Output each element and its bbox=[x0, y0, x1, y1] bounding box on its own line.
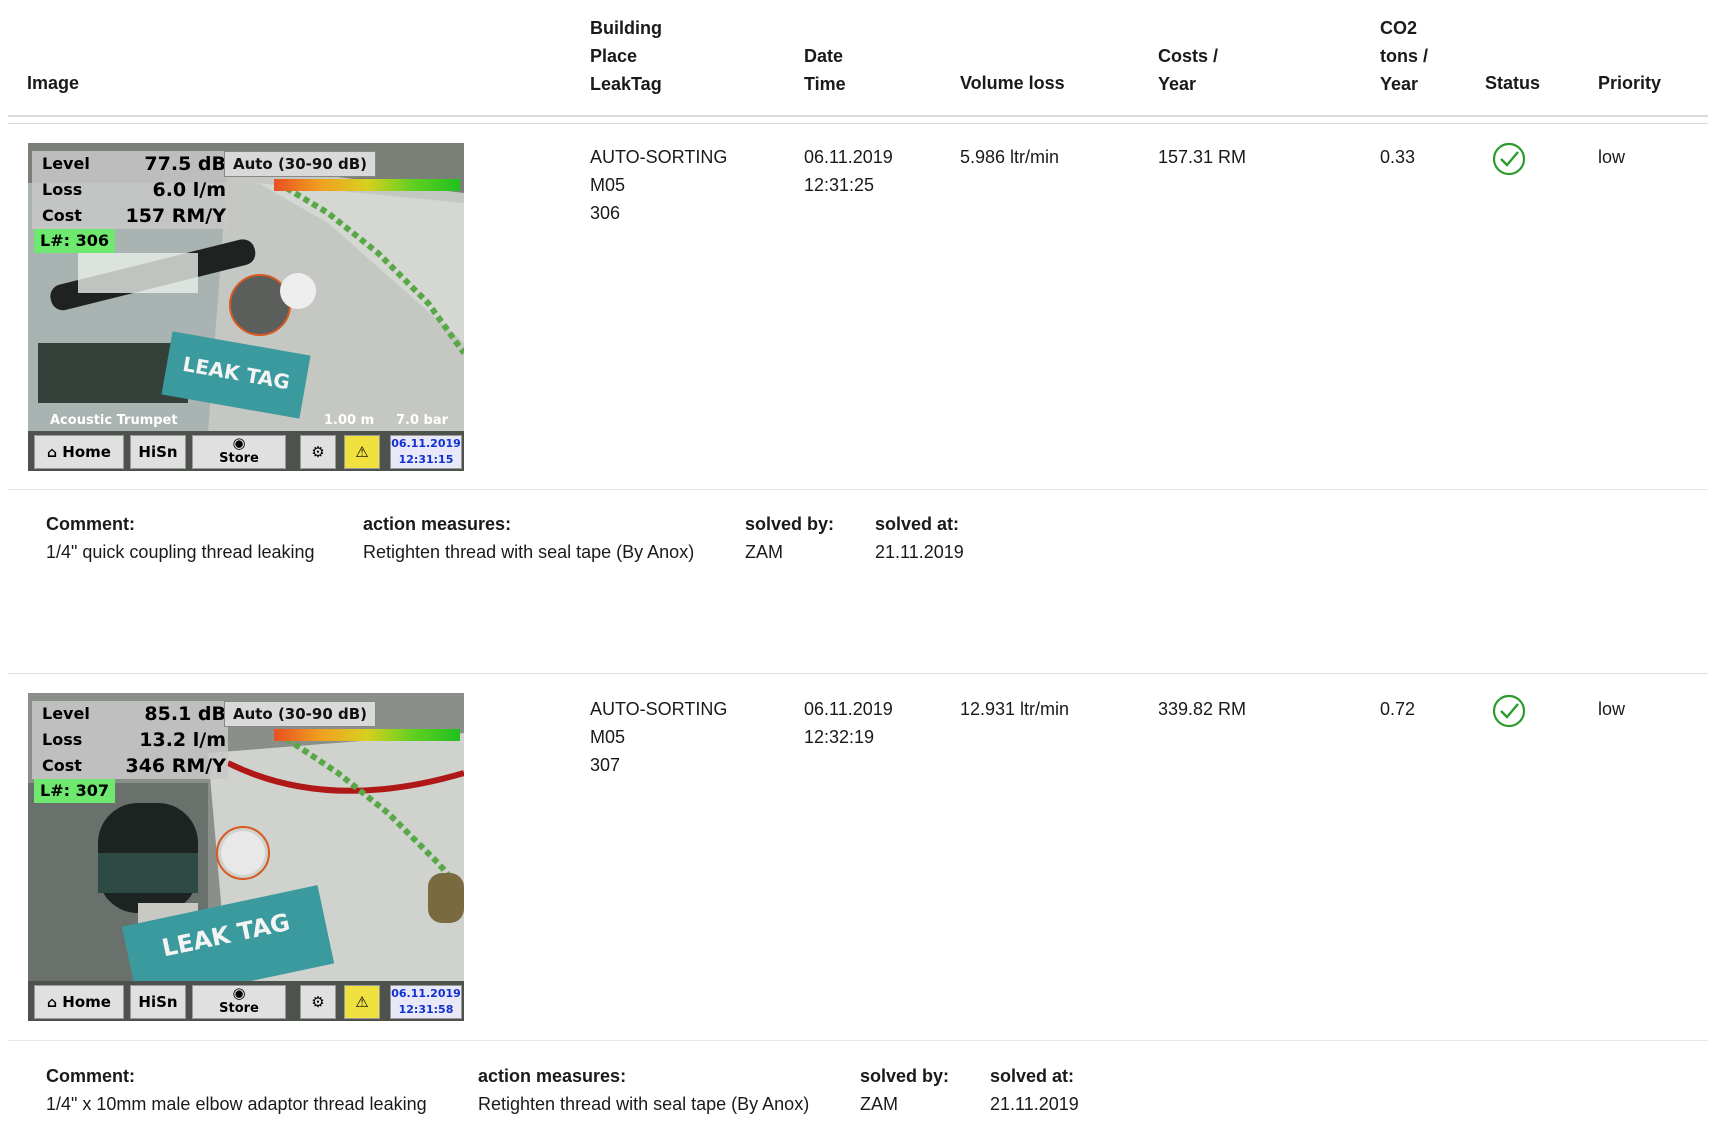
home-button: ⌂ Home bbox=[34, 435, 124, 469]
costs-cell: 339.82 RM bbox=[1158, 699, 1247, 719]
auto-range-button: Auto (30-90 dB) bbox=[224, 151, 376, 177]
volume-cell: 12.931 ltr/min bbox=[960, 699, 1070, 719]
header-co2: CO2 tons / Year bbox=[1380, 18, 1428, 94]
action-field: action measures: Retighten thread with s… bbox=[478, 1066, 810, 1114]
header-costs: Costs / Year bbox=[1158, 46, 1219, 94]
measurement-panel: Level 77.5 dB Loss 6.0 l/m Cost 157 RM/Y bbox=[32, 151, 228, 229]
header-divider bbox=[8, 115, 1708, 117]
check-circle-icon bbox=[1492, 694, 1526, 728]
house-icon: ⌂ bbox=[47, 445, 58, 461]
priority-cell: low bbox=[1598, 699, 1626, 719]
building-cell: AUTO-SORTING M05 306 bbox=[590, 147, 728, 223]
distance-caption: 1.00 m bbox=[324, 413, 375, 428]
datetime-cell: 06.11.2019 12:31:25 bbox=[804, 147, 893, 195]
solved-at-field: solved at: 21.11.2019 bbox=[990, 1066, 1079, 1114]
hisn-button: HiSn bbox=[130, 435, 186, 469]
solved-at-field: solved at: 21.11.2019 bbox=[875, 514, 964, 562]
header-divider-2 bbox=[8, 123, 1708, 124]
camera-icon: ◉ bbox=[232, 984, 246, 1002]
leak-camera-image: LEAK TAG Level 77.5 dB Loss 6.0 l/m Cost… bbox=[28, 143, 464, 471]
solved-by-field: solved by: ZAM bbox=[860, 1066, 950, 1114]
comment-field: Comment: 1/4" x 10mm male elbow adaptor … bbox=[46, 1066, 427, 1114]
leak-camera-image: LEAK TAG Level 85.1 dB Loss 13.2 l/m Cos… bbox=[28, 693, 464, 1021]
header-date: Date Time bbox=[804, 46, 846, 94]
datetime-cell: 06.11.2019 12:32:19 bbox=[804, 699, 893, 747]
device-datetime: 06.11.2019 12:31:15 bbox=[390, 435, 462, 469]
warning-icon: ⚠ bbox=[344, 435, 380, 469]
sensor-caption: Acoustic Trumpet bbox=[50, 413, 178, 428]
level-readout: Level 77.5 dB bbox=[42, 153, 226, 175]
header-building: Building Place LeakTag bbox=[590, 18, 662, 94]
level-scale-bar bbox=[274, 729, 460, 741]
measurement-panel: Level 85.1 dB Loss 13.2 l/m Cost 346 RM/… bbox=[32, 701, 228, 779]
store-button: ◉ Store bbox=[192, 985, 286, 1019]
solved-by-field: solved by: ZAM bbox=[745, 514, 835, 562]
hisn-button: HiSn bbox=[130, 985, 186, 1019]
leak-number-badge: L#: 306 bbox=[34, 229, 115, 253]
gear-icon: ⚙ bbox=[300, 985, 336, 1019]
home-button: ⌂ Home bbox=[34, 985, 124, 1019]
level-readout: Level 85.1 dB bbox=[42, 703, 226, 725]
header-priority: Priority bbox=[1598, 73, 1662, 93]
cost-readout: Cost 346 RM/Y bbox=[42, 755, 226, 777]
pressure-caption: 7.0 bar bbox=[396, 413, 449, 428]
comment-field: Comment: 1/4" quick coupling thread leak… bbox=[46, 514, 315, 562]
co2-cell: 0.72 bbox=[1380, 699, 1416, 719]
priority-cell: low bbox=[1598, 147, 1626, 167]
building-cell: AUTO-SORTING M05 307 bbox=[590, 699, 728, 775]
co2-cell: 0.33 bbox=[1380, 147, 1416, 167]
store-button: ◉ Store bbox=[192, 435, 286, 469]
volume-cell: 5.986 ltr/min bbox=[960, 147, 1060, 167]
section-divider bbox=[8, 673, 1708, 674]
auto-range-button: Auto (30-90 dB) bbox=[224, 701, 376, 727]
gear-icon: ⚙ bbox=[300, 435, 336, 469]
cost-readout: Cost 157 RM/Y bbox=[42, 205, 226, 227]
header-image: Image bbox=[27, 73, 80, 93]
action-field: action measures: Retighten thread with s… bbox=[363, 514, 695, 562]
check-circle-icon bbox=[1492, 142, 1526, 176]
house-icon: ⌂ bbox=[47, 995, 58, 1011]
row-divider bbox=[8, 1040, 1708, 1041]
header-volume: Volume loss bbox=[960, 73, 1065, 93]
level-scale-bar bbox=[274, 179, 460, 191]
warning-icon: ⚠ bbox=[344, 985, 380, 1019]
costs-cell: 157.31 RM bbox=[1158, 147, 1247, 167]
header-status: Status bbox=[1485, 73, 1541, 93]
camera-icon: ◉ bbox=[232, 434, 246, 452]
loss-readout: Loss 13.2 l/m bbox=[42, 729, 226, 751]
leak-number-badge: L#: 307 bbox=[34, 779, 115, 803]
row-divider-long bbox=[8, 489, 1708, 490]
device-datetime: 06.11.2019 12:31:58 bbox=[390, 985, 462, 1019]
loss-readout: Loss 6.0 l/m bbox=[42, 179, 226, 201]
